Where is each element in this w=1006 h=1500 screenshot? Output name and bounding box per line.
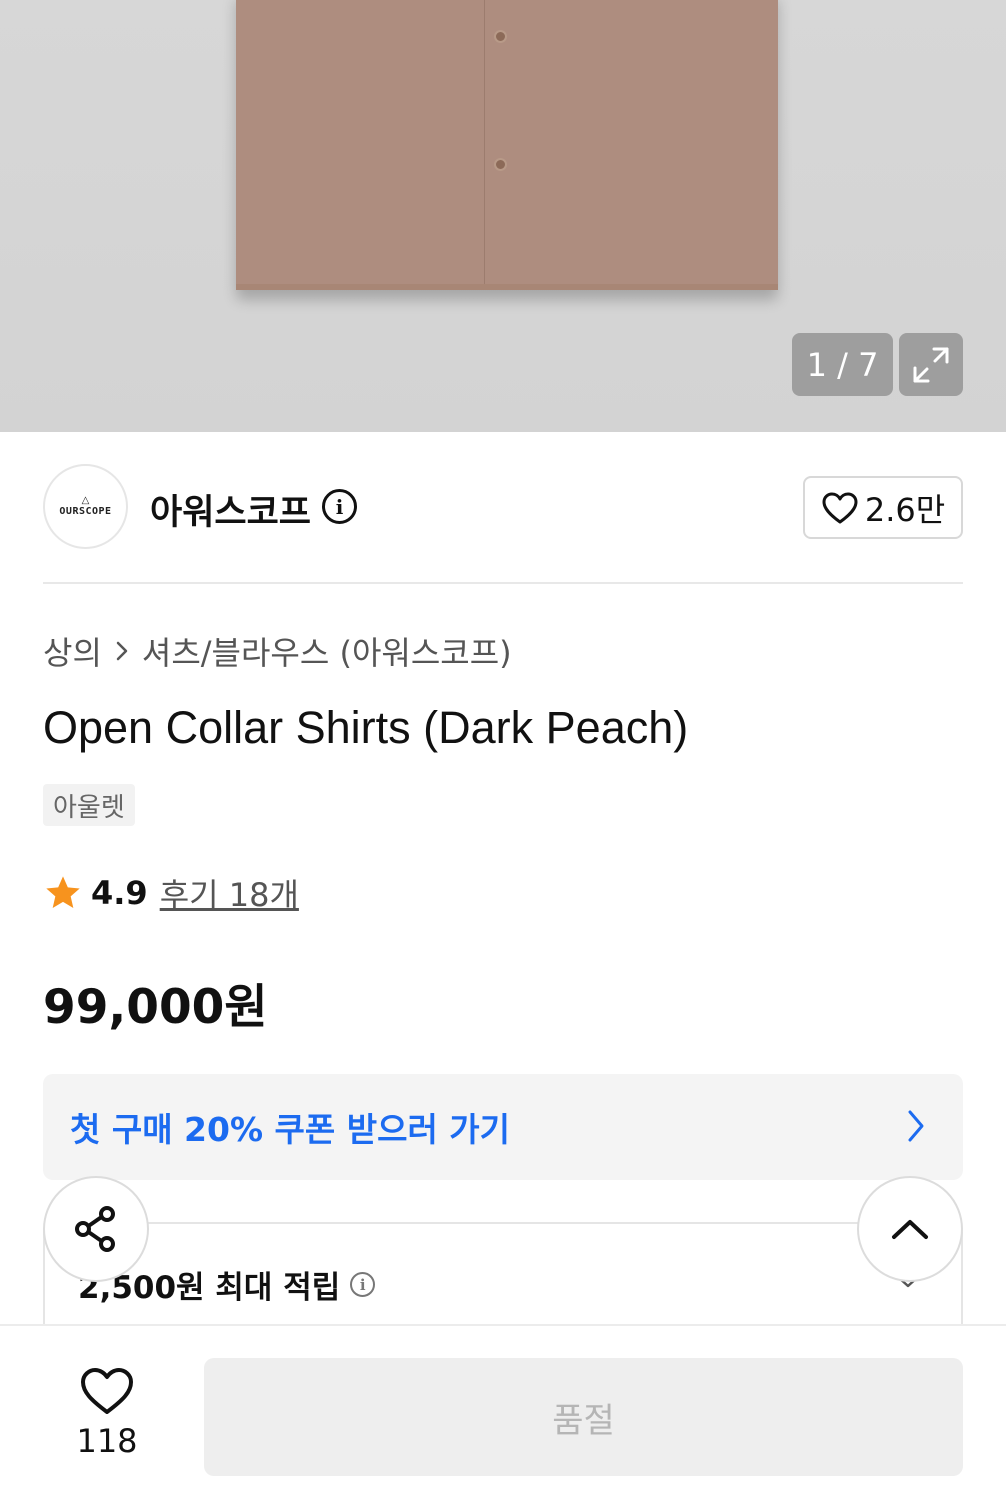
brand-logo[interactable]: △ OURSCOPE — [43, 464, 128, 549]
breadcrumb: 상의 셔츠/블라우스 (아워스코프) — [43, 628, 512, 674]
shirt-placket — [484, 0, 485, 290]
rating-score: 4.9 — [91, 874, 148, 912]
coupon-label: 첫 구매 20% 쿠폰 받으러 가기 — [70, 1110, 511, 1149]
heart-icon — [822, 492, 858, 523]
expand-icon — [913, 347, 949, 382]
breadcrumb-category[interactable]: 상의 — [43, 628, 102, 674]
outlet-tag: 아울렛 — [43, 784, 135, 826]
product-title: Open Collar Shirts (Dark Peach) — [43, 702, 689, 753]
chevron-right-icon — [116, 641, 128, 661]
product-image-shirt — [236, 0, 778, 290]
divider — [43, 582, 963, 584]
brand-name[interactable]: 아워스코프 — [150, 484, 311, 535]
share-icon — [75, 1206, 115, 1252]
shirt-button — [494, 30, 507, 43]
brand-row: △ OURSCOPE 아워스코프 i 2.6만 — [43, 464, 963, 550]
shirt-hem — [236, 284, 778, 290]
wishlist-button[interactable]: 118 — [60, 1366, 154, 1460]
image-counter: 1 / 7 — [792, 333, 893, 396]
chevron-right-icon — [908, 1110, 924, 1142]
share-button[interactable] — [43, 1176, 149, 1282]
expand-button[interactable] — [899, 333, 963, 396]
wishlist-count: 118 — [76, 1422, 138, 1460]
shirt-button — [494, 158, 507, 171]
brand-like-count: 2.6만 — [864, 490, 946, 529]
rating-row: 4.9 후기 18개 — [43, 868, 299, 918]
bottom-action-bar: 118 품절 — [0, 1324, 1006, 1500]
info-icon[interactable]: i — [322, 489, 357, 524]
first-purchase-coupon-banner[interactable]: 첫 구매 20% 쿠폰 받으러 가기 — [43, 1074, 963, 1180]
info-icon[interactable]: i — [350, 1272, 376, 1297]
heart-icon — [81, 1368, 133, 1414]
star-icon — [46, 876, 80, 908]
breadcrumb-subcategory[interactable]: 셔츠/블라우스 (아워스코프) — [142, 628, 512, 674]
product-image-gallery[interactable]: 1 / 7 — [0, 0, 1006, 432]
brand-logo-text: OURSCOPE — [59, 506, 112, 517]
brand-logo-mark-icon: △ — [81, 495, 90, 506]
review-link[interactable]: 후기 18개 — [160, 870, 299, 916]
soldout-button[interactable]: 품절 — [204, 1358, 963, 1476]
chevron-up-icon — [892, 1220, 928, 1239]
scroll-to-top-button[interactable] — [857, 1176, 963, 1282]
product-price: 99,000원 — [43, 980, 268, 1035]
brand-like-button[interactable]: 2.6만 — [803, 476, 963, 539]
